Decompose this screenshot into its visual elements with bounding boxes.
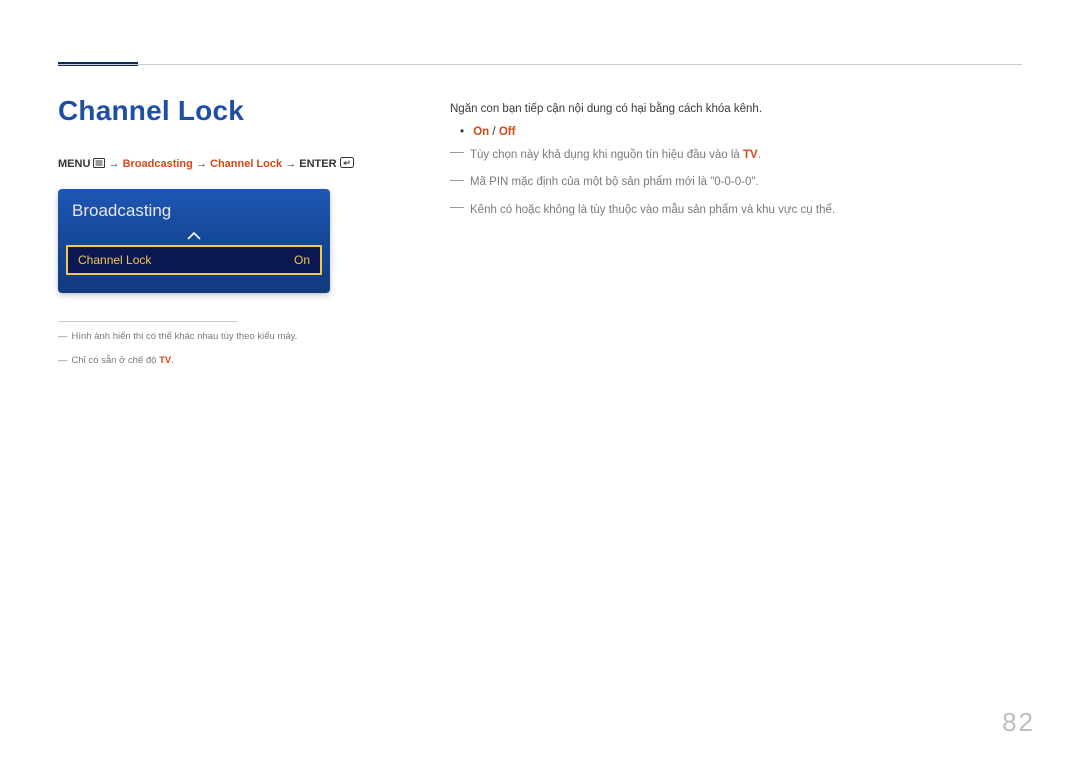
on-off-line: • On / Off xyxy=(450,126,1022,138)
footnote-2: ― Chỉ có sẵn ở chế độ TV. xyxy=(58,354,318,368)
footnotes: ― Hình ảnh hiển thị có thể khác nhau tùy … xyxy=(58,321,318,369)
path-arrow-2: → xyxy=(196,158,210,170)
right-column: Ngăn con bạn tiếp cận nội dung có hại bằ… xyxy=(450,100,1022,220)
off-label: Off xyxy=(499,126,516,138)
bullet-dot: • xyxy=(460,126,464,138)
osd-up-arrow[interactable] xyxy=(58,227,330,241)
osd-row-channel-lock[interactable]: Channel Lock On xyxy=(66,245,322,275)
path-channel-lock: Channel Lock xyxy=(210,158,282,170)
path-broadcasting: Broadcasting xyxy=(123,158,193,170)
enter-icon xyxy=(340,157,354,171)
footnote-2-tv: TV xyxy=(159,355,171,366)
osd-panel: Broadcasting Channel Lock On xyxy=(58,189,330,293)
note-3: Kênh có hoặc không là tùy thuộc vào mẫu … xyxy=(450,201,1022,221)
footnote-dash: ― xyxy=(58,355,68,366)
note-3-text: Kênh có hoặc không là tùy thuộc vào mẫu … xyxy=(470,204,835,216)
note-1-tv: TV xyxy=(743,149,758,161)
footnote-2-prefix: Chỉ có sẵn ở chế độ xyxy=(72,355,160,366)
path-arrow-3: → xyxy=(285,158,299,170)
left-column: Channel Lock MENU → Broadcasting → Chann… xyxy=(58,95,388,379)
lead-text: Ngăn con bạn tiếp cận nội dung có hại bằ… xyxy=(450,100,1022,120)
page: Channel Lock MENU → Broadcasting → Chann… xyxy=(0,0,1080,763)
osd-row-label: Channel Lock xyxy=(78,253,151,267)
note-dash-icon xyxy=(450,207,464,208)
slash: / xyxy=(489,126,499,138)
on-label: On xyxy=(473,126,489,138)
path-menu-label: MENU xyxy=(58,158,90,170)
footnote-1: ― Hình ảnh hiển thị có thể khác nhau tùy … xyxy=(58,330,318,344)
osd-title: Broadcasting xyxy=(58,201,330,227)
header-divider xyxy=(58,64,1022,65)
note-1: Tùy chọn này khả dụng khi nguồn tín hiệu… xyxy=(450,146,1022,166)
path-arrow-1: → xyxy=(109,158,123,170)
path-enter-label: ENTER xyxy=(299,158,336,170)
note-dash-icon xyxy=(450,180,464,181)
note-2-text: Mã PIN mặc định của một bộ sản phẩm mới … xyxy=(470,176,759,188)
footnote-1-text: Hình ảnh hiển thị có thể khác nhau tùy t… xyxy=(72,331,298,342)
footnote-2-suffix: . xyxy=(171,355,174,366)
note-dash-icon xyxy=(450,152,464,153)
menu-path: MENU → Broadcasting → Channel Lock → ENT… xyxy=(58,157,388,171)
page-title: Channel Lock xyxy=(58,95,388,127)
footnote-dash: ― xyxy=(58,331,68,342)
page-number: 82 xyxy=(1002,707,1035,738)
menu-icon xyxy=(93,158,105,171)
footnote-divider xyxy=(58,321,238,322)
osd-row-value: On xyxy=(294,253,310,267)
note-1-suffix: . xyxy=(758,149,761,161)
note-1-prefix: Tùy chọn này khả dụng khi nguồn tín hiệu… xyxy=(470,149,743,161)
note-2: Mã PIN mặc định của một bộ sản phẩm mới … xyxy=(450,173,1022,193)
